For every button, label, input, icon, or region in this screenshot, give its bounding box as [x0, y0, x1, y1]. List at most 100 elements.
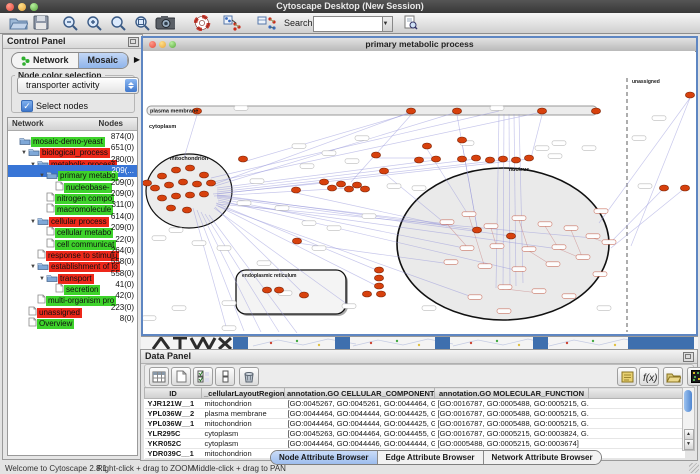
search-dropdown-button[interactable]: ▼ [379, 16, 393, 32]
tree-row-unassigned[interactable]: unassigned223(0) [8, 302, 137, 313]
gene-node[interactable] [178, 179, 187, 185]
gene-node[interactable] [182, 207, 191, 213]
gene-node[interactable] [374, 267, 383, 273]
tab-overflow-arrow[interactable]: ▶ [134, 55, 140, 64]
table-column-header[interactable]: ID [145, 388, 202, 399]
gene-node[interactable] [192, 181, 201, 187]
gene-node[interactable] [352, 182, 361, 188]
table-row[interactable]: YPL036W__1mitochondrion[GO:0044464, GO:0… [145, 419, 685, 429]
gene-node[interactable] [157, 173, 166, 179]
help-ring-icon[interactable] [192, 14, 212, 31]
table-column-header[interactable]: annotation.GO MOLECULAR_FUNCTION [435, 388, 589, 399]
gene-node[interactable] [299, 292, 308, 298]
gene-node[interactable] [524, 155, 533, 161]
gene-node[interactable] [274, 287, 283, 293]
edge[interactable] [193, 208, 227, 330]
attribute-table-icon[interactable] [149, 367, 169, 386]
attribute-columns-icon[interactable] [215, 367, 235, 386]
gene-node[interactable] [166, 205, 175, 211]
tree-row-macromolecule[interactable]: macromolecule311(0) [8, 199, 137, 210]
tree-row-overview[interactable]: Overview8(0) [8, 313, 137, 324]
close-network-window-button[interactable] [149, 41, 156, 48]
network-window-titlebar[interactable]: primary metabolic process [143, 38, 696, 52]
gene-node[interactable] [431, 156, 440, 162]
float-panel-icon[interactable] [128, 37, 139, 47]
float-data-panel-icon[interactable] [683, 352, 694, 362]
edge[interactable] [211, 111, 499, 178]
gene-node[interactable] [484, 224, 498, 229]
tree-row-cellular-process[interactable]: ▼cellular process614(0) [8, 211, 137, 222]
gene-node[interactable] [185, 165, 194, 171]
close-window-button[interactable] [6, 3, 14, 11]
gene-node[interactable] [512, 216, 526, 221]
gene-node[interactable] [576, 255, 590, 260]
gene-node[interactable] [497, 309, 511, 314]
gene-node[interactable] [262, 287, 271, 293]
notepad-icon[interactable] [617, 367, 637, 386]
gene-node[interactable] [452, 108, 461, 114]
gene-node[interactable] [319, 179, 328, 185]
gene-node[interactable] [659, 185, 668, 191]
search-submit-icon[interactable] [400, 14, 420, 31]
gene-node[interactable] [522, 247, 536, 252]
gene-node[interactable] [206, 180, 215, 186]
table-row[interactable]: YKR052Ccytoplasm[GO:0044464, GO:0044446,… [145, 439, 685, 449]
table-row[interactable]: YLR295Ccytoplasm[GO:0045263, GO:0044464,… [145, 429, 685, 439]
tree-column-nodes[interactable]: Nodes [99, 119, 123, 128]
resize-grip[interactable] [689, 463, 699, 473]
tree-row-establishment-of-lo[interactable]: ▼establishment of lo558(0) [8, 256, 137, 267]
gene-node[interactable] [680, 185, 689, 191]
tree-row-cell-communicat[interactable]: cell communicat22(0) [8, 234, 137, 245]
tree-column-network[interactable]: Network [12, 119, 44, 128]
snapshot-icon[interactable] [155, 14, 175, 31]
gene-node[interactable] [457, 156, 466, 162]
gene-node[interactable] [414, 157, 423, 163]
table-scrollbar[interactable]: ▲ ▼ [682, 387, 695, 451]
table-column-header[interactable]: _cellularLayoutRegion [202, 388, 285, 399]
gene-node[interactable] [327, 185, 336, 191]
gene-node[interactable] [471, 155, 480, 161]
delete-attribute-icon[interactable] [239, 367, 259, 386]
tree-row-secretion[interactable]: secretion41(0) [8, 279, 137, 290]
gene-node[interactable] [422, 143, 431, 149]
attribute-matrix-icon[interactable] [687, 367, 700, 386]
gene-node[interactable] [552, 245, 566, 250]
gene-node[interactable] [376, 291, 385, 297]
node-color-dropdown[interactable]: transporter activity [17, 77, 139, 94]
edge[interactable] [184, 115, 197, 158]
gene-node[interactable] [498, 156, 507, 162]
gene-node[interactable] [490, 244, 504, 249]
gene-node[interactable] [593, 272, 607, 277]
edge[interactable] [611, 188, 685, 248]
tree-row-biological-process[interactable]: ▼biological_process651(0) [8, 142, 137, 153]
gene-node[interactable] [444, 260, 458, 265]
gene-node[interactable] [460, 246, 474, 251]
tree-row-transport[interactable]: ▼transport558(0) [8, 268, 137, 279]
tree-row-mosaic-demo-yeast[interactable]: mosaic-demo-yeast874(0) [8, 131, 137, 142]
plasma-membrane-region[interactable] [147, 106, 597, 115]
tree-row-metabolic-process[interactable]: ▼metabolic process280(0) [8, 154, 137, 165]
gene-node[interactable] [586, 234, 600, 239]
gene-node[interactable] [485, 157, 494, 163]
gene-node[interactable] [336, 181, 345, 187]
tree-row-nucleobase-[interactable]: nucleobase-209(0) [8, 177, 137, 188]
search-input[interactable] [313, 16, 383, 32]
scrollbar-thumb[interactable] [684, 390, 692, 412]
gene-node[interactable] [374, 283, 383, 289]
gene-node[interactable] [374, 275, 383, 281]
gene-node[interactable] [371, 152, 380, 158]
gene-node[interactable] [362, 291, 371, 297]
tab-mosaic[interactable]: Mosaic [79, 53, 129, 68]
edge[interactable] [609, 188, 664, 244]
tree-row-multi-organism-pro[interactable]: multi-organism pro42(0) [8, 290, 137, 301]
table-row[interactable]: YPL036W__2plasma membrane[GO:0044464, GO… [145, 409, 685, 419]
attribute-table[interactable]: ID_cellularLayoutRegionannotation.GO CEL… [144, 387, 685, 459]
zoom-selected-icon[interactable] [132, 14, 152, 31]
tab-edge-attribute-browser[interactable]: Edge Attribute Browser [378, 451, 484, 464]
gene-node[interactable] [292, 238, 301, 244]
table-row[interactable]: YJR121W__1mitochondrion[GO:0045267, GO:0… [145, 399, 685, 409]
gene-node[interactable] [344, 186, 353, 192]
new-attribute-icon[interactable] [171, 367, 191, 386]
function-builder-icon[interactable]: f(x) [639, 367, 659, 386]
gene-node[interactable] [478, 264, 492, 269]
